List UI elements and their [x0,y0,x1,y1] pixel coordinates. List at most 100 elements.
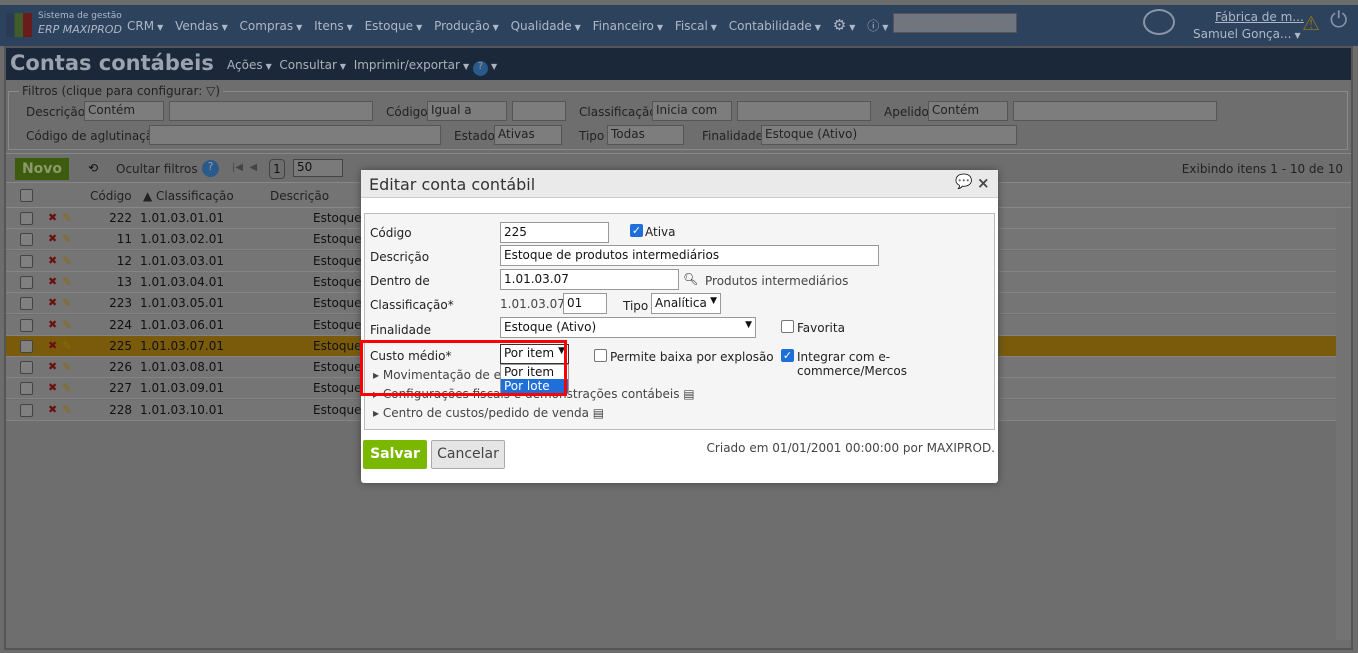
menu-fiscal[interactable]: Fiscal ▼ [675,19,717,33]
print-export-menu[interactable]: Imprimir/exportar ▼ [354,58,469,72]
edit-icon[interactable]: ✎ [62,339,72,353]
new-button[interactable]: Novo [15,158,69,180]
row-checkbox[interactable] [20,318,33,332]
filter-apelido-op[interactable]: Contém [928,101,1008,121]
refresh-icon[interactable]: ⟲ [88,161,98,175]
filter-codigo-input[interactable] [512,101,566,121]
filter-classif-op[interactable]: Inicia com [652,101,732,121]
delete-icon[interactable]: ✖ [48,360,57,373]
page-size-select[interactable]: 50 [293,159,343,177]
menu-compras[interactable]: Compras ▼ [240,19,303,33]
cancel-button[interactable]: Cancelar [431,440,505,469]
filter-finalidade-select[interactable]: Estoque (Ativo) [761,125,1017,145]
codigo-input[interactable]: 225 [500,222,609,243]
delete-icon[interactable]: ✖ [48,318,57,331]
edit-icon[interactable]: ✎ [62,403,72,417]
row-checkbox[interactable] [20,212,33,225]
edit-icon[interactable]: ✎ [62,275,72,289]
highlight-box [360,340,567,396]
comment-icon[interactable]: 💬 [955,174,972,190]
delete-icon[interactable]: ✖ [48,381,57,394]
menu-vendas[interactable]: Vendas ▼ [175,19,228,33]
edit-icon[interactable]: ✎ [62,211,72,225]
power-icon[interactable]: ⏻ [1330,8,1347,33]
consult-menu[interactable]: Consultar ▼ [279,58,346,72]
filter-aglutinacao-select[interactable] [149,125,441,145]
filter-estado-select[interactable]: Ativas [494,125,562,145]
menu-contabilidade[interactable]: Contabilidade ▼ [729,19,821,33]
select-all-checkbox[interactable] [20,189,33,202]
gear-icon[interactable]: ⚙ ▼ [833,16,856,34]
filters-legend[interactable]: Filtros (clique para configurar: ▽) [19,84,224,98]
edit-icon[interactable]: ✎ [62,232,72,246]
page-number[interactable]: 1 [269,159,285,179]
notes-icon: ▤ [592,406,605,420]
explosao-checkbox[interactable] [594,349,607,362]
row-checkbox[interactable] [20,275,33,289]
favorita-checkbox[interactable] [781,320,794,333]
logo-icon [6,13,32,37]
descricao-input[interactable]: Estoque de produtos intermediários [500,245,879,266]
row-checkbox[interactable] [20,361,33,375]
col-classificacao[interactable]: ▲ Classificação [143,189,234,203]
row-checkbox[interactable] [20,382,33,396]
filter-tipo-select[interactable]: Todas [607,125,684,145]
cell-descricao: Estoque [313,296,362,311]
ativa-checkbox[interactable]: ✓ [630,224,643,237]
menu-financeiro[interactable]: Financeiro ▼ [593,19,663,33]
help-search-input[interactable] [893,13,1017,33]
scrollbar[interactable] [1336,208,1351,640]
row-checkbox[interactable] [20,297,33,311]
user-menu[interactable]: Samuel Gonça... ▼ [1193,27,1301,41]
finalidade-select[interactable]: Estoque (Ativo) ▼ [500,317,756,338]
filter-classif-input[interactable] [737,101,871,121]
menu-crm[interactable]: CRM ▼ [127,19,163,33]
filter-codigo-op[interactable]: Igual a [427,101,507,121]
search-icon[interactable]: 🔍︎ [683,272,698,286]
row-checkbox[interactable] [20,339,33,353]
edit-icon[interactable]: ✎ [62,360,72,374]
col-descricao[interactable]: Descrição [270,189,329,203]
edit-icon[interactable]: ✎ [62,254,72,268]
help-icon[interactable]: ? [472,61,488,76]
delete-icon[interactable]: ✖ [48,403,57,416]
warning-icon[interactable]: ⚠ [1302,11,1320,35]
brand-bottom: ERP MAXIPROD [38,23,122,36]
section-centro-custos[interactable]: ▸ Centro de custos/pedido de venda ▤ [373,406,604,420]
row-checkbox[interactable] [20,233,33,247]
cell-classificacao: 1.01.03.05.01 [140,296,224,311]
delete-icon[interactable]: ✖ [48,211,57,224]
filter-apelido-input[interactable] [1013,101,1217,121]
save-button[interactable]: Salvar [363,440,427,469]
help-icon[interactable]: ? [202,160,219,177]
row-checkbox[interactable] [20,403,33,417]
help-icon[interactable]: ⓘ ▼ [867,19,888,33]
close-icon[interactable]: × [977,174,990,192]
filter-descricao-input[interactable] [169,101,373,121]
row-checkbox[interactable] [20,254,33,268]
delete-icon[interactable]: ✖ [48,339,57,352]
hide-filters-button[interactable]: Ocultar filtros [116,162,198,176]
menu-qualidade[interactable]: Qualidade ▼ [511,19,581,33]
dentro-input[interactable]: 1.01.03.07 [500,269,679,290]
company-link[interactable]: Fábrica de m... [1215,10,1304,24]
col-codigo[interactable]: Código [90,189,132,203]
delete-icon[interactable]: ✖ [48,254,57,267]
menu-itens[interactable]: Itens ▼ [314,19,353,33]
ecommerce-checkbox[interactable]: ✓ [781,349,794,362]
actions-menu[interactable]: Ações ▼ [227,58,272,72]
cell-classificacao: 1.01.03.07.01 [140,338,224,353]
menu-producao[interactable]: Produção ▼ [434,19,499,33]
edit-icon[interactable]: ✎ [62,381,72,395]
delete-icon[interactable]: ✖ [48,232,57,245]
pager-first-icon[interactable]: |◀ ◀ [232,162,257,173]
delete-icon[interactable]: ✖ [48,275,57,288]
chat-icon[interactable] [1143,9,1175,35]
classificacao-input[interactable]: 01 [563,293,607,314]
edit-icon[interactable]: ✎ [62,296,72,310]
menu-estoque[interactable]: Estoque ▼ [365,19,423,33]
tipo-select[interactable]: Analítica ▼ [651,293,721,314]
edit-icon[interactable]: ✎ [62,318,72,332]
filter-descricao-op[interactable]: Contém [84,101,164,121]
delete-icon[interactable]: ✖ [48,296,57,309]
